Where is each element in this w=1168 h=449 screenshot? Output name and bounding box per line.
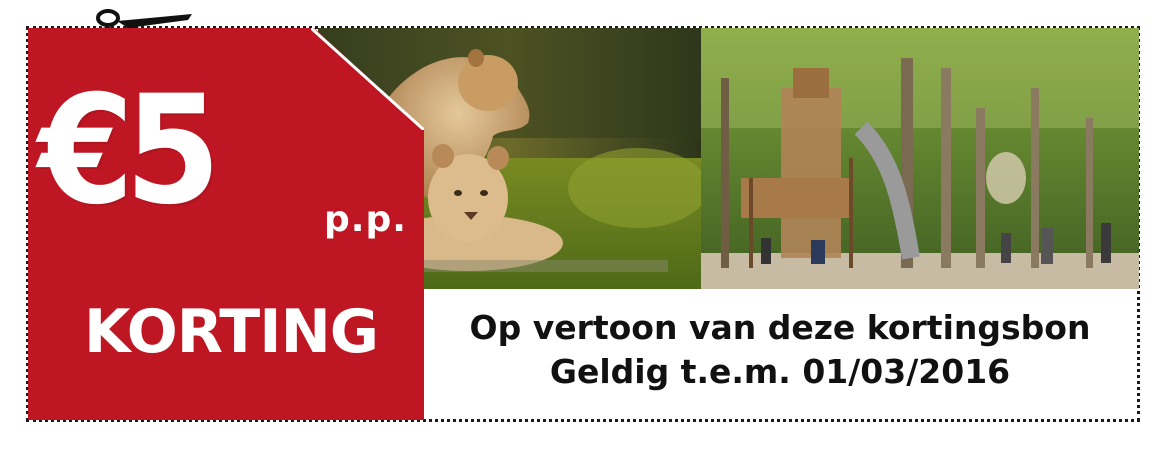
playground-photo [701, 28, 1139, 289]
discount-amount: €5 [38, 64, 221, 238]
coupon-terms: Op vertoon van deze kortingsbon Geldig t… [424, 306, 1136, 394]
discount-label: KORTING [84, 297, 379, 367]
condition-text: Op vertoon van deze kortingsbon [469, 308, 1091, 347]
panel-edge [311, 28, 424, 130]
per-person-label: p.p. [324, 199, 407, 240]
validity-text: Geldig t.e.m. 01/03/2016 [549, 352, 1011, 391]
